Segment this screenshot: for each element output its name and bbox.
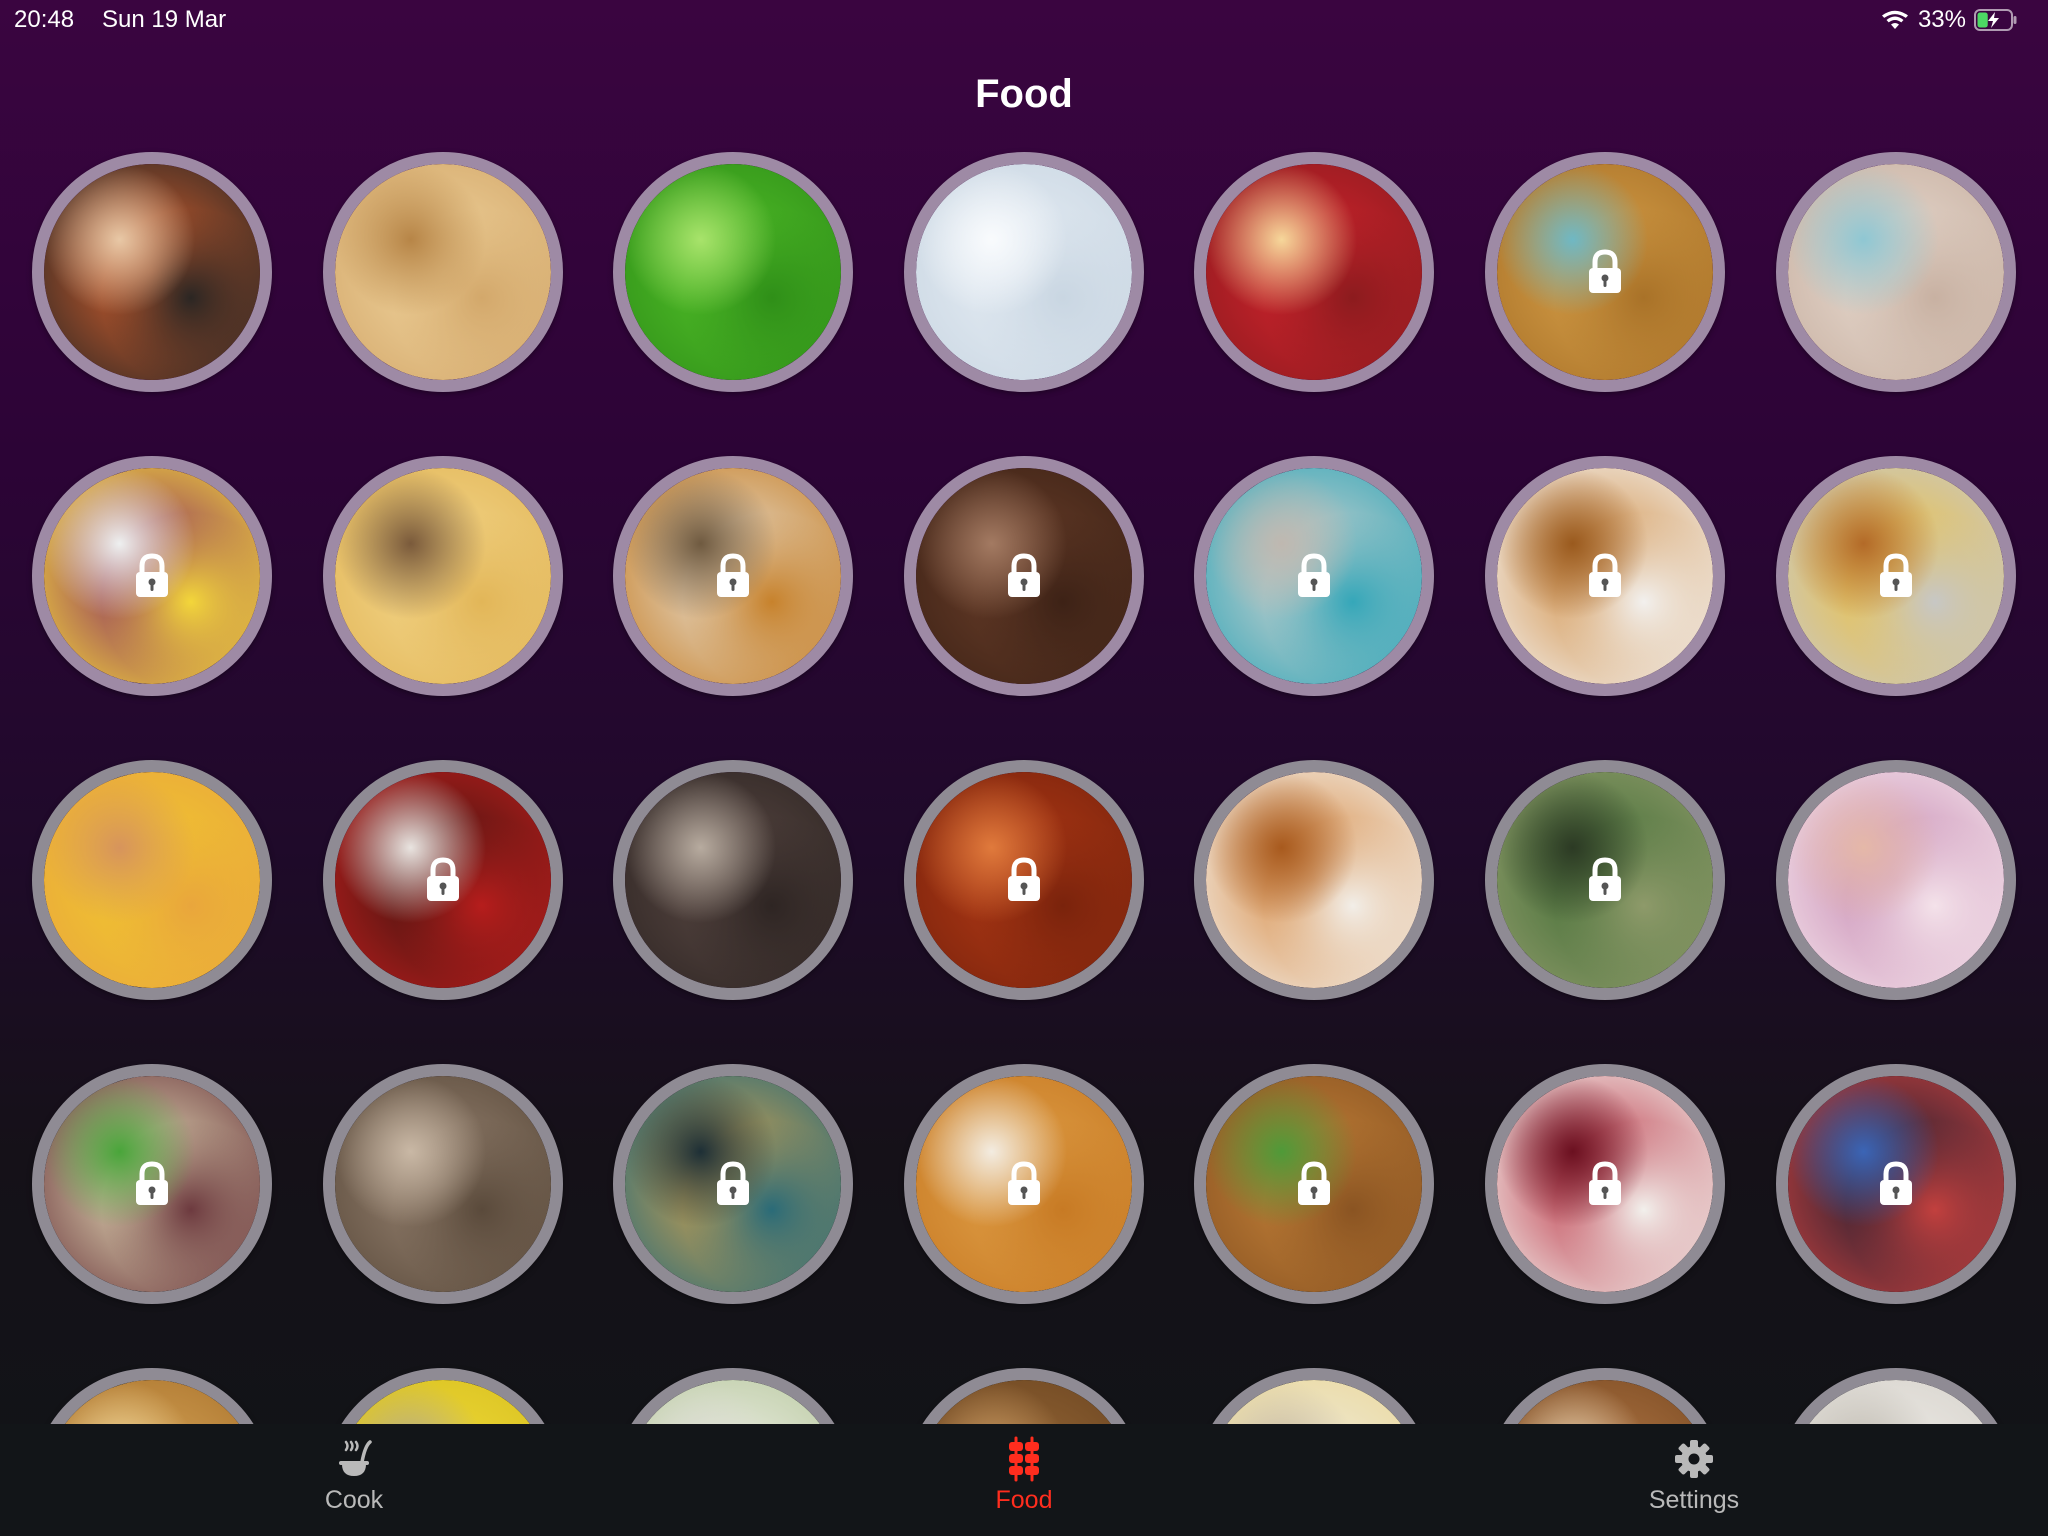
- lock-icon: [1589, 857, 1621, 901]
- food-item-pastries[interactable]: [32, 1368, 272, 1424]
- food-item-crisps[interactable]: [32, 760, 272, 1000]
- food-item-cucumbers[interactable]: [613, 152, 853, 392]
- tab-bar: Cook Food Settings: [0, 1424, 2048, 1536]
- food-photo: [44, 772, 260, 988]
- tab-label: Settings: [1648, 1486, 1740, 1514]
- food-item-camping[interactable]: [1485, 760, 1725, 1000]
- food-item-popsicles[interactable]: [32, 456, 272, 696]
- gear-icon: [1675, 1440, 1713, 1478]
- food-photo: [335, 468, 551, 684]
- food-photo: [916, 1380, 1132, 1424]
- food-photo: [625, 772, 841, 988]
- food-item-pork-knuckle[interactable]: [904, 760, 1144, 1000]
- food-item-cocktail[interactable]: [1776, 1064, 2016, 1304]
- lock-icon: [717, 553, 749, 597]
- food-item-snacks[interactable]: [1776, 456, 2016, 696]
- lock-icon: [1008, 857, 1040, 901]
- food-item-pie[interactable]: [1485, 1368, 1725, 1424]
- lock-icon: [1589, 1161, 1621, 1205]
- food-item-plate[interactable]: [1194, 1368, 1434, 1424]
- food-item-pears[interactable]: [904, 1064, 1144, 1304]
- food-photo: [1788, 164, 2004, 380]
- skewer-icon: [1009, 1436, 1039, 1482]
- food-photo: [335, 1380, 551, 1424]
- food-photo: [1788, 772, 2004, 988]
- lock-icon: [1589, 553, 1621, 597]
- food-grid: [0, 0, 2048, 1424]
- food-item-meatballs[interactable]: [904, 1368, 1144, 1424]
- food-item-apples[interactable]: [1194, 152, 1434, 392]
- food-photo: [335, 164, 551, 380]
- lock-icon: [1008, 553, 1040, 597]
- lock-icon: [1880, 553, 1912, 597]
- food-item-cat[interactable]: [323, 1064, 563, 1304]
- food-photo: [44, 164, 260, 380]
- lock-icon: [1298, 1161, 1330, 1205]
- tab-food[interactable]: Food: [924, 1424, 1124, 1536]
- lock-icon: [717, 1161, 749, 1205]
- food-item-drink[interactable]: [1776, 152, 2016, 392]
- food-photo: [1206, 164, 1422, 380]
- food-item-noodles-bowl[interactable]: [613, 1064, 853, 1304]
- food-item-cola[interactable]: [323, 760, 563, 1000]
- food-photo: [1788, 1380, 2004, 1424]
- food-item-fried-chicken[interactable]: [1485, 456, 1725, 696]
- food-photo: [625, 164, 841, 380]
- food-photo: [1206, 1380, 1422, 1424]
- food-item-chips[interactable]: [323, 456, 563, 696]
- lock-icon: [1298, 553, 1330, 597]
- food-item-water[interactable]: [904, 152, 1144, 392]
- tab-label: Food: [995, 1486, 1053, 1514]
- lock-icon: [1880, 1161, 1912, 1205]
- tab-settings[interactable]: Settings: [1594, 1424, 1794, 1536]
- food-item-tea[interactable]: [613, 456, 853, 696]
- food-item-bubble-gum[interactable]: [1776, 760, 2016, 1000]
- food-photo: [1497, 1380, 1713, 1424]
- tab-label: Cook: [324, 1486, 384, 1514]
- food-item-bubble-tea[interactable]: [1194, 456, 1434, 696]
- food-item-sunflower-seeds[interactable]: [613, 760, 853, 1000]
- food-item-bananas[interactable]: [323, 1368, 563, 1424]
- food-item-sugarcane[interactable]: [32, 1064, 272, 1304]
- food-photo: [335, 1076, 551, 1292]
- food-item-dish[interactable]: [613, 1368, 853, 1424]
- lock-icon: [427, 857, 459, 901]
- lock-icon: [136, 553, 168, 597]
- food-photo: [916, 164, 1132, 380]
- lock-icon: [1589, 249, 1621, 293]
- food-item-fried-chicken-2[interactable]: [1194, 1064, 1434, 1304]
- food-item-twists[interactable]: [1194, 760, 1434, 1000]
- food-item-rice-puffs[interactable]: [1485, 152, 1725, 392]
- food-item-noodle-soup[interactable]: [32, 152, 272, 392]
- food-item-egg-rolls[interactable]: [323, 152, 563, 392]
- lock-icon: [1008, 1161, 1040, 1205]
- food-photo: [625, 1380, 841, 1424]
- food-item-chocolate[interactable]: [904, 456, 1144, 696]
- food-item-cup[interactable]: [1776, 1368, 2016, 1424]
- food-photo: [1206, 772, 1422, 988]
- food-item-lychee[interactable]: [1485, 1064, 1725, 1304]
- pot-icon: [339, 1440, 372, 1476]
- lock-icon: [136, 1161, 168, 1205]
- food-photo: [44, 1380, 260, 1424]
- tab-cook[interactable]: Cook: [254, 1424, 454, 1536]
